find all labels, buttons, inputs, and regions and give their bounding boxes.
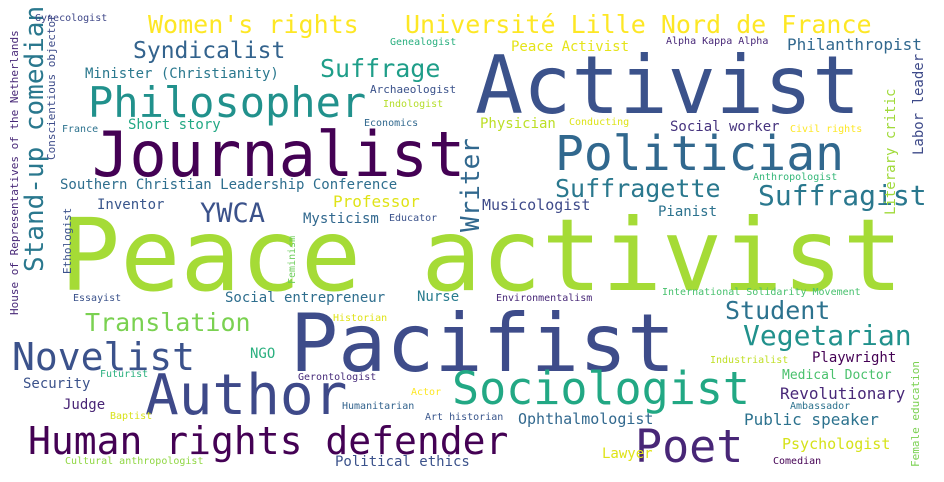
- word-security: Security: [23, 376, 91, 392]
- word-essayist: Essayist: [73, 293, 122, 304]
- word-ophthalmologist: Ophthalmologist: [518, 410, 654, 428]
- word-labor-leader: Labor leader: [911, 53, 927, 155]
- word-sclc: Southern Christian Leadership Conference: [60, 177, 398, 193]
- word-inventor: Inventor: [97, 197, 165, 213]
- word-physician: Physician: [480, 116, 556, 132]
- word-genealogist: Genealogist: [390, 37, 457, 48]
- word-peace-activist-small: Peace Activist: [511, 39, 630, 55]
- word-judge: Judge: [63, 397, 106, 413]
- word-conscientious-objector: Conscientious objector: [45, 14, 58, 160]
- word-ngo: NGO: [250, 346, 276, 362]
- word-anthropologist: Anthropologist: [753, 172, 838, 183]
- word-psychologist: Psychologist: [782, 435, 891, 453]
- word-educator: Educator: [389, 213, 438, 224]
- word-conducting: Conducting: [569, 117, 630, 128]
- word-art-historian: Art historian: [425, 412, 504, 423]
- word-futurist: Futurist: [100, 369, 149, 380]
- word-musicologist: Musicologist: [482, 196, 591, 214]
- word-pianist: Pianist: [658, 204, 718, 220]
- word-medical-doctor: Medical Doctor: [782, 368, 892, 383]
- word-mysticism: Mysticism: [303, 211, 379, 227]
- word-actor: Actor: [411, 387, 442, 398]
- word-historian: Historian: [333, 313, 388, 324]
- word-gynecologist: Gynecologist: [35, 13, 108, 24]
- word-activist: Activist: [475, 39, 861, 132]
- word-politician: Politician: [555, 126, 844, 182]
- word-public-speaker: Public speaker: [744, 410, 879, 429]
- word-writer: Writer: [456, 138, 486, 232]
- word-suffragist: Suffragist: [758, 179, 927, 212]
- word-cultural-anthropologist: Cultural anthropologist: [65, 456, 204, 467]
- word-literary-critic: Literary critic: [883, 88, 899, 215]
- word-revolutionary: Revolutionary: [780, 384, 906, 403]
- word-ywca: YWCA: [200, 198, 266, 229]
- word-sociologist: Sociologist: [452, 362, 751, 415]
- word-minister-christianity: Minister (Christianity): [85, 66, 279, 82]
- word-house-of-representatives: House of Representatives of the Netherla…: [8, 30, 21, 315]
- word-philanthropist: Philanthropist: [787, 35, 922, 54]
- word-international-solidarity-movement: International Solidarity Movement: [662, 287, 861, 298]
- word-suffrage: Suffrage: [320, 54, 441, 83]
- word-social-entrepreneur: Social entrepreneur: [225, 290, 386, 306]
- word-nurse: Nurse: [417, 289, 460, 305]
- word-humanitarian: Humanitarian: [342, 401, 415, 412]
- word-political-ethics: Political ethics: [335, 454, 470, 470]
- word-france: France: [62, 124, 99, 135]
- word-ethologist: Ethologist: [61, 207, 74, 274]
- word-playwright: Playwright: [812, 350, 897, 366]
- word-archaeologist: Archaeologist: [370, 83, 457, 96]
- word-syndicalist: Syndicalist: [133, 38, 286, 64]
- word-translation: Translation: [85, 308, 251, 337]
- word-short-story: Short story: [128, 117, 221, 133]
- word-womens-rights: Women's rights: [148, 10, 359, 39]
- word-alpha-kappa-alpha: Alpha Kappa Alpha: [666, 36, 769, 47]
- word-universite-lille: Université Lille Nord de France: [405, 10, 872, 39]
- word-comedian: Comedian: [773, 456, 822, 467]
- word-economics: Economics: [364, 118, 419, 129]
- word-environmentalism: Environmentalism: [496, 293, 593, 304]
- word-feminism: Feminism: [287, 235, 298, 284]
- word-professor: Professor: [333, 192, 420, 211]
- word-vegetarian: Vegetarian: [743, 319, 912, 352]
- word-indologist: Indologist: [383, 99, 444, 110]
- word-cloud: Peace activist Pacifist Activist Journal…: [0, 0, 944, 482]
- word-industrialist: Industrialist: [710, 355, 789, 366]
- word-female-education: Female education: [909, 361, 922, 467]
- word-ambassador: Ambassador: [790, 401, 851, 412]
- word-student: Student: [725, 296, 831, 325]
- word-gerontologist: Gerontologist: [298, 372, 377, 383]
- word-baptist: Baptist: [110, 411, 153, 422]
- word-lawyer: Lawyer: [602, 446, 653, 462]
- word-social-worker: Social worker: [670, 119, 780, 135]
- word-civil-rights: Civil rights: [790, 124, 863, 135]
